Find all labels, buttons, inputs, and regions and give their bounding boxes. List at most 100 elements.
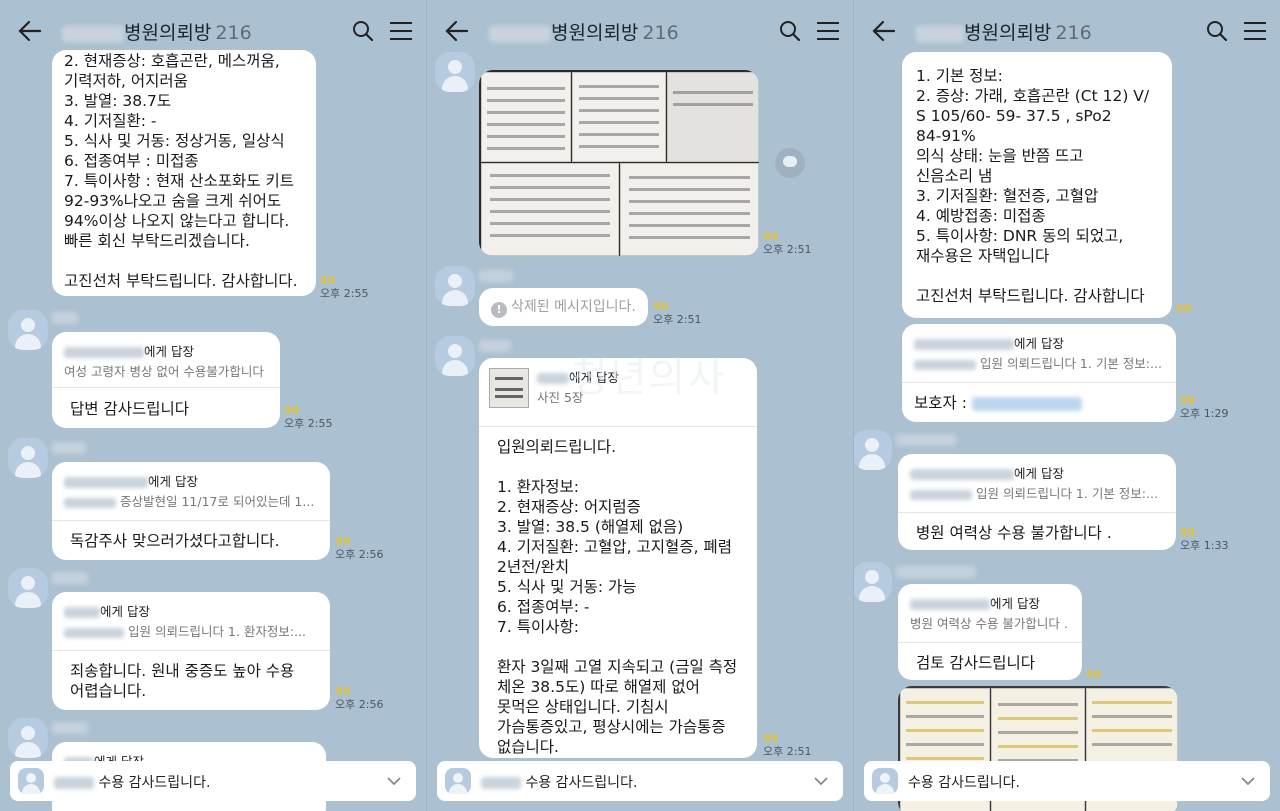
- chat-panel-3: 병원의뢰방 216 1. 기본 정보: 2. 증상: 가래, 호흡곤란 (Ct 1…: [854, 0, 1280, 811]
- notice-text: 수용 감사드립니다.: [908, 775, 1020, 791]
- unread-count: 99: [320, 274, 336, 287]
- room-name: 병원의뢰방: [124, 22, 212, 44]
- message-text: 답변 감사드립니다: [70, 400, 190, 418]
- avatar[interactable]: [435, 336, 475, 376]
- search-icon[interactable]: [352, 20, 374, 42]
- message-text: 독감주사 맞으러가셨다고합니다.: [70, 532, 280, 550]
- search-icon[interactable]: [779, 20, 801, 42]
- avatar: [445, 768, 471, 794]
- member-count: 216: [215, 22, 252, 44]
- avatar[interactable]: [854, 430, 892, 470]
- document-photo: [572, 72, 666, 162]
- reply-target: 에게 답장: [64, 342, 268, 362]
- menu-icon[interactable]: [1242, 20, 1268, 42]
- chat-header: 병원의뢰방 216: [854, 0, 1280, 62]
- message-meta: 99 오후 2:51: [763, 230, 812, 256]
- avatar[interactable]: [435, 266, 475, 306]
- message-meta: 99: [1086, 668, 1102, 681]
- message-time: 오후 2:55: [320, 287, 369, 300]
- reply-target: 에게 답장: [64, 472, 318, 492]
- back-arrow-icon[interactable]: [872, 20, 896, 42]
- chat-header: 병원의뢰방 216: [427, 0, 853, 62]
- deleted-message: ! 삭제된 메시지입니다.: [479, 288, 648, 326]
- avatar: [18, 768, 44, 794]
- reply-bubble[interactable]: 에게 답장 여성 고령자 병상 없어 수용불가합니다 답변 감사드립니다: [52, 332, 280, 428]
- quoted-text: 병원 여력상 수용 불가합니다 .: [910, 616, 1068, 631]
- avatar[interactable]: [8, 568, 48, 608]
- reply-bubble[interactable]: 에게 답장 사진 5장 입원의뢰드립니다. 1. 환자정보: 2. 현재증상: …: [479, 358, 757, 758]
- member-count: 216: [642, 22, 679, 44]
- message-meta: 99 오후 1:33: [1180, 526, 1229, 552]
- message-text: 2. 현재증상: 호흡곤란, 메스꺼움, 기력저하, 어지러움 3. 발열: 3…: [64, 52, 298, 290]
- share-icon[interactable]: [775, 148, 805, 178]
- reply-bubble[interactable]: 에게 답장 입원 의뢰드립니다 1. 환자정보:... 죄송합니다. 원내 중증…: [52, 592, 330, 710]
- redacted-name: [916, 25, 964, 42]
- sender-name: [52, 572, 88, 584]
- back-arrow-icon[interactable]: [445, 20, 469, 42]
- notice-bar[interactable]: 수용 감사드립니다.: [437, 761, 843, 801]
- message-meta: 99 오후 2:55: [320, 274, 368, 300]
- photo-thumbnail: [489, 368, 529, 408]
- message-meta: 99: [1176, 302, 1192, 315]
- redacted-name: [62, 25, 124, 42]
- chat-title: 병원의뢰방 216: [489, 18, 679, 45]
- notice-text: 수용 감사드립니다.: [54, 772, 210, 792]
- chevron-down-icon[interactable]: [1240, 773, 1256, 789]
- reply-bubble[interactable]: 에게 답장 입원 의뢰드립니다 1. 기본 정보:... 병원 여력상 수용 불…: [898, 454, 1176, 550]
- sender-name: [896, 434, 956, 446]
- quoted-text: 여성 고령자 병상 없어 수용불가합니다: [64, 364, 264, 379]
- watermark: 청년의사: [571, 355, 727, 401]
- document-photo: [667, 72, 759, 162]
- redacted-name: [489, 25, 551, 42]
- message-meta: 99 오후 2:55: [284, 404, 333, 430]
- avatar: [872, 768, 898, 794]
- message-bubble[interactable]: 2. 현재증상: 호흡곤란, 메스꺼움, 기력저하, 어지러움 3. 발열: 3…: [52, 50, 316, 296]
- sender-name: [479, 270, 513, 282]
- notice-bar[interactable]: 수용 감사드립니다.: [10, 761, 416, 801]
- quoted-text: 입원 의뢰드립니다 1. 기본 정보:...: [910, 484, 1164, 504]
- sender-name: [896, 566, 976, 578]
- message-text: 검토 감사드립니다: [916, 654, 1036, 672]
- document-photo: [620, 163, 759, 256]
- avatar[interactable]: [8, 438, 48, 478]
- menu-icon[interactable]: [815, 20, 841, 42]
- quoted-text: 증상발현일 11/17로 되어있는데 1...: [64, 492, 318, 512]
- message-text: 1. 기본 정보: 2. 증상: 가래, 호흡곤란 (Ct 12) V/ S 1…: [916, 67, 1150, 305]
- document-photo: [481, 72, 571, 162]
- message-text: 병원 여력상 수용 불가합니다 .: [916, 524, 1112, 542]
- photo-grid[interactable]: [479, 70, 759, 256]
- quoted-text: 입원 의뢰드립니다 1. 환자정보:...: [64, 622, 318, 642]
- avatar[interactable]: [8, 718, 48, 758]
- message-meta: 99 오후 2:56: [335, 685, 384, 711]
- reply-bubble[interactable]: 에게 답장 증상발현일 11/17로 되어있는데 1... 독감주사 맞으러가셨…: [52, 462, 330, 560]
- back-arrow-icon[interactable]: [18, 20, 42, 42]
- message-meta: 99 오후 2:56: [335, 535, 384, 561]
- room-name: 병원의뢰방: [964, 22, 1052, 44]
- reply-bubble[interactable]: 에게 답장 병원 여력상 수용 불가합니다 . 검토 감사드립니다: [898, 584, 1082, 680]
- reply-target: 에게 답장: [914, 334, 1164, 354]
- avatar[interactable]: [854, 562, 892, 602]
- sender-name: [479, 340, 511, 352]
- search-icon[interactable]: [1206, 20, 1228, 42]
- message-meta: 99 오후 1:29: [1180, 394, 1229, 420]
- chat-panel-1: 병원의뢰방 216 2. 현재증상: 호흡곤란, 메스꺼움, 기력저하, 어지러움…: [0, 0, 427, 811]
- message-meta: 99 오후 2:51: [653, 300, 702, 326]
- chevron-down-icon[interactable]: [813, 773, 829, 789]
- reply-target: 에게 답장: [910, 594, 1070, 614]
- notice-bar[interactable]: 수용 감사드립니다.: [864, 761, 1270, 801]
- document-photo: [481, 163, 619, 256]
- message-bubble[interactable]: 1. 기본 정보: 2. 증상: 가래, 호흡곤란 (Ct 12) V/ S 1…: [902, 52, 1172, 318]
- info-icon: !: [491, 302, 507, 318]
- quoted-text: 입원 의뢰드립니다 1. 기본 정보:...: [914, 354, 1164, 374]
- sender-name: [52, 442, 86, 454]
- chat-title: 병원의뢰방 216: [916, 18, 1092, 45]
- message-text: 입원의뢰드립니다. 1. 환자정보: 2. 현재증상: 어지럼증 3. 발열: …: [497, 438, 738, 756]
- reply-bubble[interactable]: 에게 답장 입원 의뢰드립니다 1. 기본 정보:... 보호자 :: [902, 324, 1176, 422]
- sender-name: [52, 722, 88, 734]
- menu-icon[interactable]: [388, 20, 414, 42]
- chevron-down-icon[interactable]: [386, 773, 402, 789]
- avatar[interactable]: [8, 310, 48, 350]
- member-count: 216: [1055, 22, 1092, 44]
- chat-header: 병원의뢰방 216: [0, 0, 426, 62]
- message-meta: 99 오후 2:51: [763, 732, 812, 758]
